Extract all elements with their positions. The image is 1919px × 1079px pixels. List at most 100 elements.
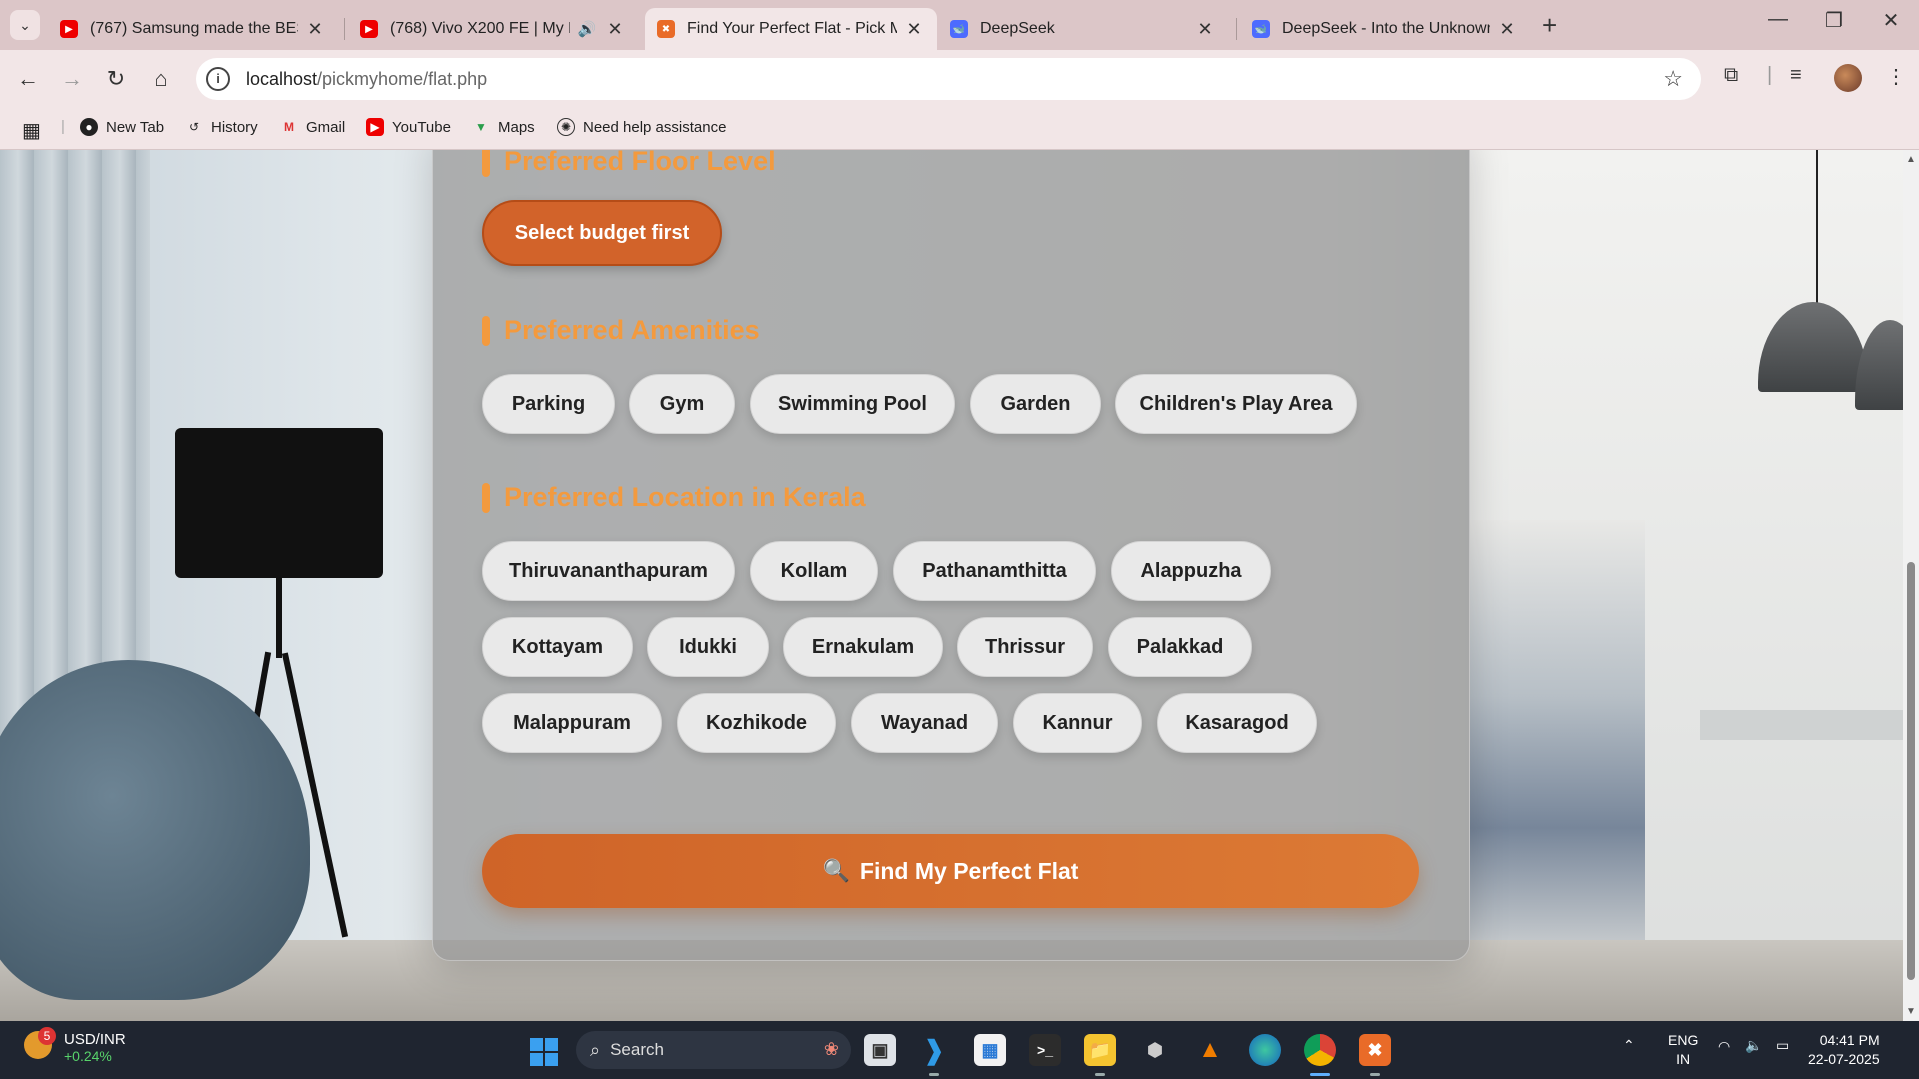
location-kottayam[interactable]: Kottayam: [482, 617, 633, 677]
tab-deepseek-unknown[interactable]: 🐋 DeepSeek - Into the Unknown ✕: [1240, 8, 1530, 50]
tab-deepseek[interactable]: 🐋 DeepSeek ✕: [938, 8, 1228, 50]
avatar[interactable]: [1834, 64, 1862, 92]
find-flat-button[interactable]: 🔍 Find My Perfect Flat: [482, 834, 1419, 908]
bookmarks-divider: |: [61, 118, 65, 135]
location-idukki[interactable]: Idukki: [647, 617, 769, 677]
xampp-icon[interactable]: ✖: [1359, 1034, 1391, 1066]
tab-samsung[interactable]: ▶ (767) Samsung made the BEST ✕: [48, 8, 338, 50]
location-alappuzha[interactable]: Alappuzha: [1111, 541, 1271, 601]
reload-button[interactable]: ↻: [101, 64, 131, 94]
task-view-icon[interactable]: ▣: [864, 1034, 896, 1066]
location-thiruvananthapuram[interactable]: Thiruvananthapuram: [482, 541, 735, 601]
stock-widget[interactable]: 5 USD/INR +0.24%: [24, 1027, 126, 1064]
history-icon: ↺: [188, 120, 200, 134]
section-title-text: Preferred Floor Level: [504, 150, 776, 176]
amenity-swimming-pool[interactable]: Swimming Pool: [750, 374, 955, 434]
close-window-button[interactable]: ✕: [1866, 8, 1916, 33]
home-button[interactable]: ⌂: [146, 64, 176, 94]
bookmark-youtube[interactable]: ▶ YouTube: [366, 118, 451, 136]
title-accent-bar: [482, 150, 490, 177]
location-palakkad[interactable]: Palakkad: [1108, 617, 1252, 677]
system-clock[interactable]: 04:41 PM 22-07-2025: [1808, 1031, 1880, 1069]
bookmark-help[interactable]: ✺ Need help assistance: [557, 118, 726, 136]
amenity-garden[interactable]: Garden: [970, 374, 1101, 434]
amenity-parking[interactable]: Parking: [482, 374, 615, 434]
location-kasaragod[interactable]: Kasaragod: [1157, 693, 1317, 753]
store-icon[interactable]: ▦: [974, 1034, 1006, 1066]
pendant-cord: [1816, 150, 1818, 310]
select-budget-button[interactable]: Select budget first: [482, 200, 722, 266]
globe-icon: ●: [80, 118, 98, 136]
restore-button[interactable]: ❐: [1809, 8, 1859, 33]
bookmark-label: Need help assistance: [583, 118, 727, 136]
tab-vivo[interactable]: ▶ (768) Vivo X200 FE | My Rev 🔊 ✕: [348, 8, 638, 50]
bookmarks-bar: ▦ | ● New Tab ↺ History M Gmail ▶ YouTub…: [0, 106, 1919, 150]
bookmark-star-icon[interactable]: ☆: [1663, 66, 1683, 92]
language-indicator[interactable]: ENG IN: [1668, 1031, 1698, 1069]
file-explorer-icon[interactable]: 📁: [1084, 1034, 1116, 1066]
close-icon[interactable]: ✕: [1496, 19, 1518, 40]
forward-button[interactable]: →: [57, 64, 87, 94]
taskbar-search[interactable]: ⌕ Search ❀: [576, 1031, 851, 1069]
running-indicator: [1095, 1073, 1105, 1076]
tab-find-flat[interactable]: ✖ Find Your Perfect Flat - Pick My ✕: [645, 8, 937, 50]
terminal-icon[interactable]: >_: [1029, 1034, 1061, 1066]
address-bar[interactable]: i localhost/pickmyhome/flat.php ☆: [196, 58, 1701, 100]
close-icon[interactable]: ✕: [1194, 19, 1216, 40]
location-kannur[interactable]: Kannur: [1013, 693, 1142, 753]
amenity-childrens-play-area[interactable]: Children's Play Area: [1115, 374, 1357, 434]
tab-title: (768) Vivo X200 FE | My Rev: [390, 20, 570, 37]
url-text[interactable]: localhost/pickmyhome/flat.php: [246, 69, 487, 90]
apps-grid-icon[interactable]: ▦: [22, 118, 41, 143]
location-ernakulam[interactable]: Ernakulam: [783, 617, 943, 677]
maps-icon: ▼: [475, 120, 487, 134]
deepseek-icon: 🐋: [1252, 20, 1270, 38]
back-button[interactable]: ←: [13, 64, 43, 94]
page-scrollbar[interactable]: ▲ ▼: [1903, 150, 1919, 1021]
chrome-icon[interactable]: [1304, 1034, 1336, 1066]
url-path: /pickmyhome/flat.php: [317, 68, 488, 89]
location-thrissur[interactable]: Thrissur: [957, 617, 1093, 677]
edge-icon[interactable]: [1249, 1034, 1281, 1066]
bookmark-label: New Tab: [106, 118, 165, 136]
location-malappuram[interactable]: Malappuram: [482, 693, 662, 753]
minimize-button[interactable]: —: [1753, 8, 1803, 31]
background-painting: [1470, 520, 1645, 960]
tab-search-button[interactable]: ⌄: [10, 10, 40, 40]
bookmark-history[interactable]: ↺ History: [185, 118, 258, 136]
location-wayanad[interactable]: Wayanad: [851, 693, 998, 753]
show-hidden-icons-icon[interactable]: ⌃: [1623, 1037, 1635, 1054]
windows-start-icon[interactable]: [530, 1038, 558, 1066]
amenity-gym[interactable]: Gym: [629, 374, 735, 434]
lamp-stem: [276, 578, 282, 658]
location-kollam[interactable]: Kollam: [750, 541, 878, 601]
bookmark-new-tab[interactable]: ● New Tab: [80, 118, 164, 136]
scroll-down-icon[interactable]: ▼: [1906, 1006, 1916, 1017]
location-pathanamthitta[interactable]: Pathanamthitta: [893, 541, 1096, 601]
bookmark-maps[interactable]: ▼ Maps: [472, 118, 535, 136]
vscode-icon[interactable]: ❱: [918, 1034, 950, 1066]
unity-icon[interactable]: ⬢: [1139, 1034, 1171, 1066]
clock-time: 04:41 PM: [1819, 1032, 1880, 1048]
location-kozhikode[interactable]: Kozhikode: [677, 693, 836, 753]
media-control-icon[interactable]: ≡: [1790, 64, 1802, 87]
taskbar: 5 USD/INR +0.24% ⌕ Search ❀ ▣ ❱ ▦ >_ 📁 ⬢…: [0, 1021, 1919, 1079]
vlc-icon[interactable]: ▲: [1194, 1034, 1226, 1066]
gmail-icon: M: [284, 120, 294, 134]
volume-icon[interactable]: 🔈: [1745, 1037, 1762, 1054]
language-code: ENG: [1668, 1032, 1699, 1048]
close-icon[interactable]: ✕: [604, 19, 626, 40]
wifi-icon[interactable]: ◠: [1718, 1038, 1730, 1055]
battery-icon[interactable]: ▭: [1776, 1037, 1789, 1054]
section-title-floor: Preferred Floor Level: [482, 150, 776, 177]
bookmark-gmail[interactable]: M Gmail: [280, 118, 345, 136]
speaker-icon[interactable]: 🔊: [576, 20, 598, 38]
scrollbar-thumb[interactable]: [1907, 562, 1915, 980]
close-icon[interactable]: ✕: [903, 19, 925, 40]
menu-icon[interactable]: ⋮: [1886, 64, 1906, 89]
scroll-up-icon[interactable]: ▲: [1906, 154, 1916, 165]
close-icon[interactable]: ✕: [304, 19, 326, 40]
new-tab-button[interactable]: +: [1542, 10, 1557, 41]
site-info-icon[interactable]: i: [206, 67, 230, 91]
extensions-icon[interactable]: ⧉: [1724, 64, 1738, 87]
